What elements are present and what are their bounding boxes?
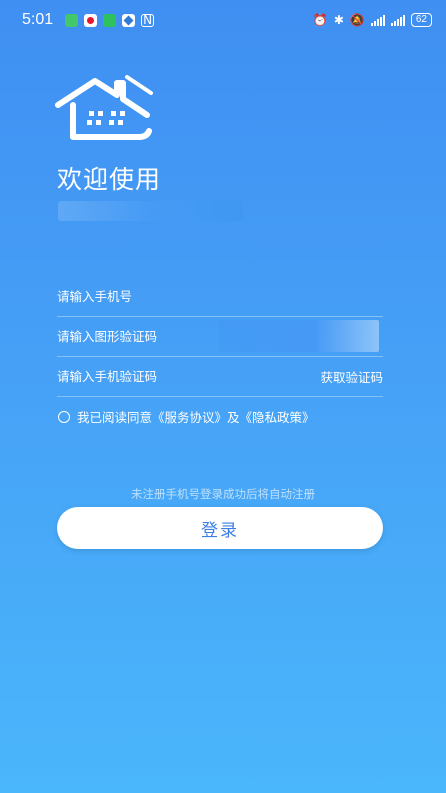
signal-icon-2 [390,14,405,26]
app-icon [122,13,136,27]
sms-code-field[interactable]: 获取验证码 [57,356,383,397]
auto-register-hint: 未注册手机号登录成功后将自动注册 [131,487,315,501]
get-code-button[interactable]: 获取验证码 [320,367,383,386]
login-button[interactable]: 登录 [57,507,383,549]
battery-icon: 62 [410,13,432,27]
bluetooth-icon: ✱ [333,13,344,27]
weibo-icon [84,13,98,27]
captcha-field[interactable] [57,316,383,357]
agreement-text[interactable]: 我已阅读同意《服务协议》及《隐私政策》 [77,407,315,426]
welcome-title: 欢迎使用 [57,165,162,194]
house-logo-icon [55,75,153,140]
welcome-subtitle-blurred [58,201,243,221]
msg-app-icon [65,13,79,27]
alarm-icon: ⏰ [312,13,328,27]
agreement-row[interactable]: 我已阅读同意《服务协议》及《隐私政策》 [58,407,315,426]
status-bar: 5:01 N ⏰ ✱ 🔕 62 [0,0,446,40]
status-left: 5:01 N [22,11,155,29]
phone-field[interactable] [57,276,383,317]
signal-icon [370,14,385,26]
agree-radio[interactable] [58,410,70,423]
status-right: ⏰ ✱ 🔕 62 [313,13,432,27]
captcha-input[interactable] [57,328,207,344]
status-time: 5:01 [22,11,54,28]
phone-input[interactable] [57,288,257,304]
captcha-image[interactable] [219,320,379,352]
nfc-icon: N [141,13,155,27]
sms-code-input[interactable] [57,368,257,384]
wechat-icon [103,13,117,27]
mute-icon: 🔕 [349,13,365,27]
